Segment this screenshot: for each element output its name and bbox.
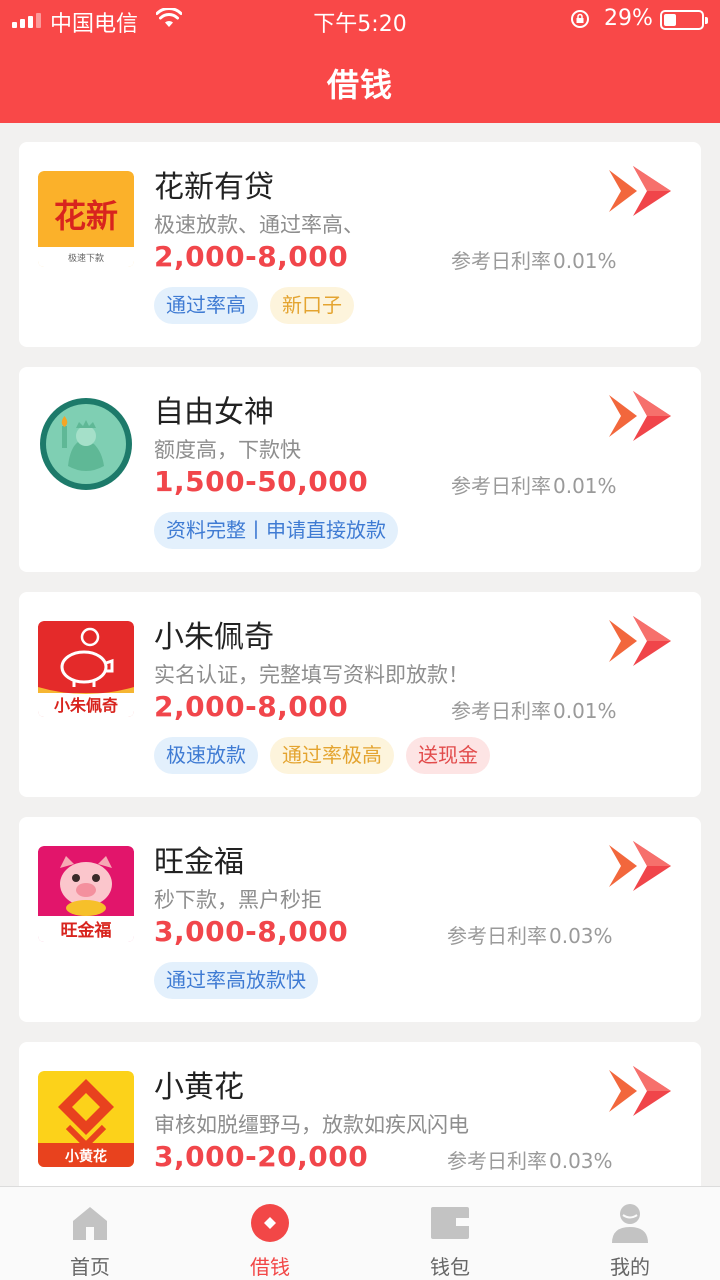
- loan-list: 花新 极速下款 花新有贷 极速放款、通过率高、 2,000-8,000 参考日利…: [19, 142, 701, 1267]
- double-chevron-right-icon[interactable]: [607, 164, 673, 218]
- tag-list: 极速放款 通过率极高 送现金: [154, 737, 490, 774]
- loan-name: 小黄花: [154, 1070, 244, 1105]
- loan-desc: 实名认证，完整填写资料即放款！: [154, 663, 469, 687]
- loan-desc: 秒下款，黑户秒拒: [154, 888, 322, 912]
- loan-amount: 2,000-8,000: [154, 240, 349, 273]
- loan-rate: 参考日利率 0.03%: [447, 924, 613, 948]
- wallet-icon: [431, 1207, 469, 1239]
- tag: 送现金: [406, 737, 490, 774]
- loan-amount: 3,000-20,000: [154, 1140, 369, 1173]
- page-title: 借钱: [326, 66, 393, 104]
- loan-desc: 极速放款、通过率高、: [154, 213, 364, 237]
- double-chevron-right-icon[interactable]: [607, 839, 673, 893]
- loan-card[interactable]: 花新 极速下款 花新有贷 极速放款、通过率高、 2,000-8,000 参考日利…: [19, 142, 701, 347]
- tag-list: 资料完整丨申请直接放款: [154, 512, 398, 549]
- tag: 资料完整丨申请直接放款: [154, 512, 398, 549]
- loan-desc: 额度高，下款快: [154, 438, 301, 462]
- huaxin-logo-icon: 花新 极速下款: [38, 171, 134, 267]
- double-chevron-right-icon[interactable]: [607, 389, 673, 443]
- loan-desc: 审核如脱缰野马，放款如疾风闪电: [154, 1113, 469, 1137]
- tag: 新口子: [270, 287, 354, 324]
- svg-text:极速下款: 极速下款: [68, 252, 104, 264]
- tag: 极速放款: [154, 737, 258, 774]
- xiaohuanghua-logo-icon: 小黄花: [38, 1071, 134, 1167]
- tag: 通过率高: [154, 287, 258, 324]
- tab-wallet[interactable]: 钱包: [360, 1187, 540, 1280]
- loan-name: 花新有贷: [154, 170, 274, 205]
- status-bar: 中国电信 下午5:20 29%: [0, 0, 720, 40]
- tag: 通过率高放款快: [154, 962, 318, 999]
- svg-text:小朱佩奇: 小朱佩奇: [54, 696, 118, 715]
- loan-name: 旺金福: [154, 845, 244, 880]
- tab-label: 首页: [70, 1255, 110, 1279]
- battery-percent: 29%: [604, 6, 653, 31]
- double-chevron-right-icon[interactable]: [607, 614, 673, 668]
- loan-rate: 参考日利率 0.01%: [451, 699, 617, 723]
- tab-label: 我的: [610, 1255, 650, 1279]
- tab-label: 借钱: [250, 1255, 290, 1279]
- profile-icon: [612, 1204, 648, 1243]
- wangjinfu-pig-logo-icon: 旺金福: [38, 846, 134, 942]
- loan-rate: 参考日利率 0.01%: [451, 474, 617, 498]
- rotation-lock-icon: [571, 10, 589, 28]
- loan-name: 小朱佩奇: [154, 620, 274, 655]
- double-chevron-right-icon[interactable]: [607, 1064, 673, 1118]
- piggy-bank-logo-icon: 小朱佩奇: [38, 621, 134, 717]
- app-header: 中国电信 下午5:20 29% 借钱: [0, 0, 720, 123]
- tab-label: 钱包: [430, 1255, 470, 1279]
- tab-profile[interactable]: 我的: [540, 1187, 720, 1280]
- loan-card[interactable]: 自由女神 额度高，下款快 1,500-50,000 参考日利率 0.01% 资料完…: [19, 367, 701, 572]
- tab-home[interactable]: 首页: [0, 1187, 180, 1280]
- tag-list: 通过率高放款快: [154, 962, 318, 999]
- borrow-icon: [251, 1204, 289, 1242]
- tag-list: 通过率高 新口子: [154, 287, 354, 324]
- svg-text:花新: 花新: [54, 198, 118, 234]
- loan-rate: 参考日利率 0.03%: [447, 1149, 613, 1173]
- loan-amount: 3,000-8,000: [154, 915, 349, 948]
- svg-text:旺金福: 旺金福: [61, 920, 112, 941]
- loan-card[interactable]: 小朱佩奇 小朱佩奇 实名认证，完整填写资料即放款！ 2,000-8,000 参考…: [19, 592, 701, 797]
- loan-rate: 参考日利率 0.01%: [451, 249, 617, 273]
- tab-borrow[interactable]: 借钱: [180, 1187, 360, 1280]
- loan-amount: 2,000-8,000: [154, 690, 349, 723]
- svg-text:小黄花: 小黄花: [65, 1148, 107, 1165]
- home-icon: [73, 1207, 107, 1240]
- loan-card[interactable]: 旺金福 旺金福 秒下款，黑户秒拒 3,000-8,000 参考日利率 0.03% …: [19, 817, 701, 1022]
- battery-icon: [660, 10, 708, 30]
- loan-amount: 1,500-50,000: [154, 465, 369, 498]
- tab-bar: 首页 借钱 钱包 我的: [0, 1186, 720, 1280]
- tag: 通过率极高: [270, 737, 394, 774]
- loan-name: 自由女神: [154, 395, 274, 430]
- statue-of-liberty-logo-icon: [40, 398, 132, 490]
